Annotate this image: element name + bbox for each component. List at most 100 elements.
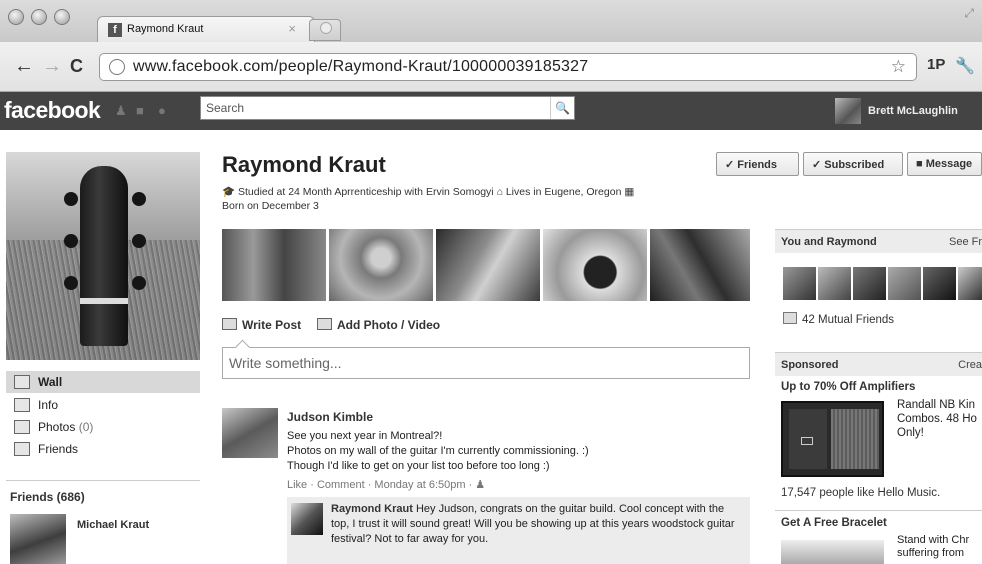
browser-toolbar: ← → C www.facebook.com/people/Raymond-Kr… — [0, 42, 982, 92]
post-text-line: Photos on my wall of the guitar I'm curr… — [287, 445, 589, 457]
mutual-friends-link[interactable]: 42 Mutual Friends — [783, 312, 894, 326]
close-window-button[interactable] — [8, 9, 24, 25]
back-button[interactable]: ← — [14, 56, 34, 76]
composer-box — [222, 347, 750, 379]
ad-likes[interactable]: 17,547 people like Hello Music. — [781, 487, 940, 499]
friends-button[interactable]: ✓ Friends — [716, 152, 799, 176]
account-name[interactable]: Brett McLaughlin — [868, 105, 958, 117]
comment-author-avatar[interactable] — [291, 503, 323, 535]
see-friendship-link[interactable]: See Fr — [949, 236, 982, 248]
home-icon: ⌂ — [496, 186, 503, 198]
browser-tab-bar: f Raymond Kraut × ⤢ — [0, 0, 982, 42]
friend-requests-icon[interactable]: ♟ — [115, 104, 129, 117]
section-title: You and Raymond — [781, 236, 877, 248]
fullscreen-icon[interactable]: ⤢ — [964, 6, 974, 21]
ad-text: Stand with Chr suffering from — [897, 534, 970, 559]
wall-icon — [14, 375, 30, 389]
forward-button[interactable]: → — [42, 56, 62, 76]
sidebar-item-friends[interactable]: Friends — [6, 438, 200, 460]
post-author[interactable]: Judson Kimble — [287, 410, 373, 424]
tab-write-post[interactable]: Write Post — [222, 318, 301, 332]
address-bar[interactable]: www.facebook.com/people/Raymond-Kraut/10… — [99, 53, 917, 81]
address-url[interactable]: www.facebook.com/people/Raymond-Kraut/10… — [133, 58, 588, 76]
create-ad-link[interactable]: Crea — [958, 359, 982, 371]
new-tab-icon — [320, 22, 332, 34]
mutual-friend-avatar[interactable] — [853, 267, 886, 300]
browser-tab[interactable]: f Raymond Kraut × — [97, 16, 315, 42]
info-icon — [14, 398, 30, 412]
tab-close-icon[interactable]: × — [288, 21, 296, 36]
divider — [6, 480, 200, 481]
sidebar-item-info[interactable]: Info — [6, 394, 200, 416]
photo-strip-item[interactable] — [222, 229, 326, 301]
profile-bio: 🎓 Studied at 24 Month Aprrenticeship wit… — [222, 185, 742, 213]
write-post-icon — [222, 318, 237, 330]
friend-avatar[interactable] — [10, 514, 66, 564]
subscribed-button[interactable]: ✓ Subscribed — [803, 152, 903, 176]
messages-icon[interactable]: ■ — [136, 104, 150, 117]
friend-name[interactable]: Michael Kraut — [77, 519, 149, 531]
write-something-input[interactable] — [223, 348, 749, 378]
sponsored-header: Sponsored Crea — [775, 352, 982, 376]
facebook-logo[interactable]: facebook — [4, 97, 101, 124]
post-author-avatar[interactable] — [222, 408, 278, 458]
mutual-friend-avatar[interactable] — [888, 267, 921, 300]
location-text: Lives in Eugene, Oregon — [505, 186, 622, 198]
tab-add-photo-video[interactable]: Add Photo / Video — [317, 318, 440, 332]
post-actions[interactable]: Like · Comment · Monday at 6:50pm · ♟ — [287, 478, 485, 491]
profile-name: Raymond Kraut — [222, 152, 386, 177]
section-title: Sponsored — [781, 359, 839, 371]
search-box: 🔍 — [200, 96, 575, 120]
comment-author[interactable]: Raymond Kraut — [331, 503, 413, 515]
account-avatar[interactable] — [835, 98, 861, 124]
sidebar-item-photos[interactable]: Photos (0) — [6, 416, 200, 438]
search-icon[interactable]: 🔍 — [550, 97, 574, 119]
wrench-menu-icon[interactable]: 🔧 — [955, 56, 975, 76]
birthday-text: Born on December 3 — [222, 200, 319, 212]
sidebar-item-label: Photos (0) — [38, 420, 94, 434]
facebook-favicon-icon: f — [108, 23, 122, 37]
ad-image-amplifier[interactable] — [781, 401, 884, 477]
photos-icon — [14, 420, 30, 434]
comment-text: Raymond Kraut Hey Judson, congrats on th… — [331, 503, 735, 545]
friends-heading[interactable]: Friends (686) — [10, 490, 85, 504]
you-and-raymond-header: You and Raymond See Fr — [775, 229, 982, 253]
reload-button[interactable]: C — [70, 56, 83, 76]
zoom-window-button[interactable] — [54, 9, 70, 25]
sidebar-item-wall[interactable]: Wall — [6, 371, 200, 393]
mutual-friend-avatar[interactable] — [783, 267, 816, 300]
profile-picture[interactable] — [6, 152, 200, 360]
friends-icon — [783, 312, 797, 324]
mutual-friend-avatar[interactable] — [818, 267, 851, 300]
sidebar-item-label: Friends — [38, 442, 79, 456]
photo-strip-item[interactable] — [543, 229, 647, 301]
camera-icon — [317, 318, 332, 330]
photo-strip-item[interactable] — [436, 229, 540, 301]
photo-strip-item[interactable] — [329, 229, 433, 301]
comment: Raymond Kraut Hey Judson, congrats on th… — [287, 497, 750, 564]
post-text-line: Though I'd like to get on your list too … — [287, 460, 550, 472]
notifications-icon[interactable]: ● — [158, 104, 172, 117]
mutual-friend-avatar[interactable] — [923, 267, 956, 300]
divider — [775, 510, 982, 511]
education-icon: 🎓 — [222, 186, 236, 198]
sidebar-item-label: Info — [38, 398, 59, 412]
education-text: Studied at 24 Month Aprrenticeship with … — [238, 186, 494, 198]
new-tab-button[interactable] — [309, 19, 341, 41]
bookmark-star-icon[interactable]: ☆ — [891, 57, 906, 77]
message-button[interactable]: ■ Message — [907, 152, 982, 176]
sidebar-item-label: Wall — [38, 375, 63, 389]
photo-strip-item[interactable] — [650, 229, 750, 301]
birthday-icon: ▦ — [624, 186, 635, 198]
ad-text: Randall NB Kin Combos. 48 Ho Only! — [897, 399, 977, 439]
mutual-friend-avatar[interactable] — [958, 267, 982, 300]
ad-image-bracelet[interactable] — [781, 540, 884, 564]
tab-title: Raymond Kraut — [127, 23, 204, 35]
photos-count: (0) — [78, 420, 94, 434]
onepassword-extension-button[interactable]: 1P — [927, 56, 945, 73]
search-input[interactable] — [201, 97, 541, 119]
post-text-line: See you next year in Montreal?! — [287, 430, 443, 442]
minimize-window-button[interactable] — [31, 9, 47, 25]
ad-title[interactable]: Up to 70% Off Amplifiers — [781, 381, 915, 393]
ad-title[interactable]: Get A Free Bracelet — [781, 517, 887, 529]
